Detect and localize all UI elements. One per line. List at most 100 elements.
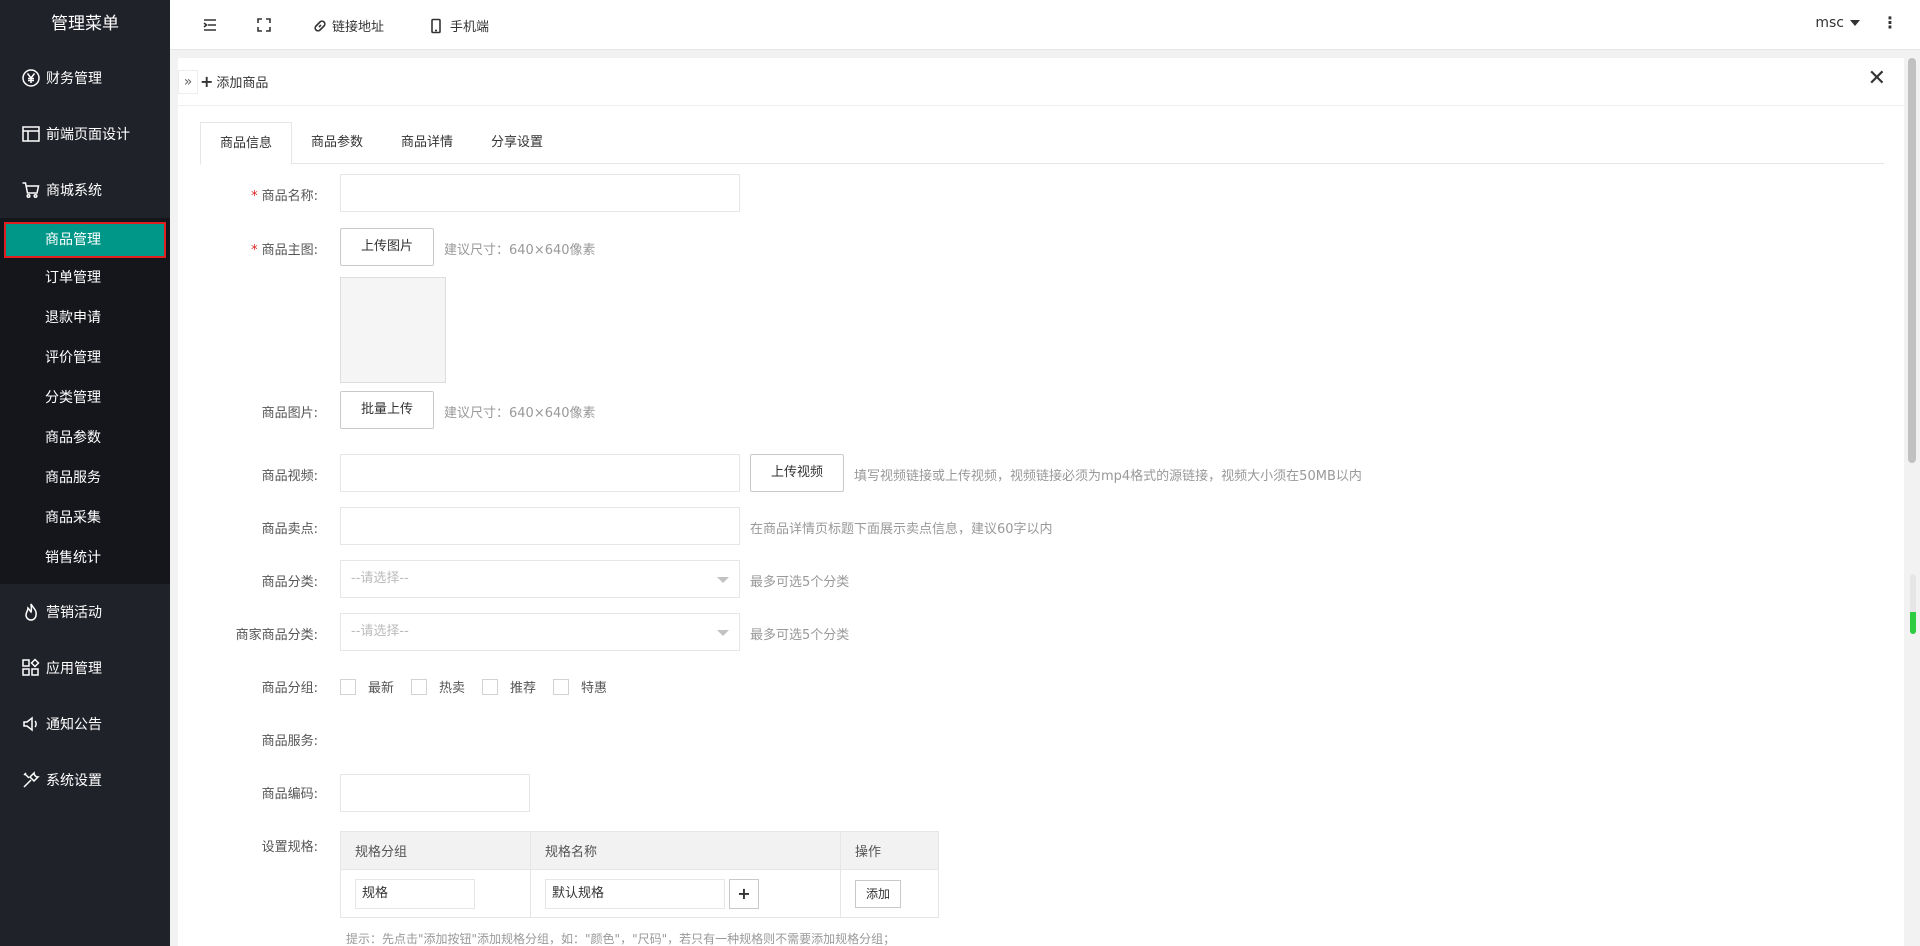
page-scrollbar[interactable] — [1906, 58, 1918, 468]
expand-icon[interactable]: » — [178, 70, 198, 94]
submenu-item-categories[interactable]: 分类管理 — [0, 378, 170, 418]
table-row: 规格 默认规格 + 添加 — [340, 869, 939, 918]
submenu-item-services[interactable]: 商品服务 — [0, 458, 170, 498]
sidebar-item-apps[interactable]: 应用管理 — [0, 640, 170, 696]
link-address-button[interactable]: 链接地址 — [312, 16, 384, 35]
merchant-category-select[interactable]: --请选择-- — [340, 613, 740, 651]
submenu-item-sales-stats[interactable]: 销售统计 — [0, 538, 170, 578]
merchant-category-label: 商家商品分类: — [235, 628, 318, 643]
sidebar-item-settings[interactable]: 系统设置 — [0, 752, 170, 808]
panel-title: + 添加商品 — [200, 72, 268, 91]
mall-submenu: 商品管理 订单管理 退款申请 评价管理 分类管理 商品参数 商品服务 商品采集 … — [0, 218, 170, 584]
tab-bar: 商品信息 商品参数 商品详情 分享设置 — [200, 122, 1884, 165]
goods-name-label: * 商品名称: — [251, 189, 318, 204]
tab-goods-info[interactable]: 商品信息 — [200, 122, 293, 165]
spec-group-input[interactable]: 规格 — [355, 878, 475, 909]
chevron-down-icon — [717, 577, 729, 583]
fullscreen-icon[interactable] — [256, 17, 272, 33]
selling-point-label: 商品卖点: — [261, 522, 318, 537]
video-hint: 填写视频链接或上传视频，视频链接必须为mp4格式的源链接，视频大小须在50MB以… — [854, 469, 1362, 484]
goods-images-label: 商品图片: — [261, 406, 318, 421]
sidebar-item-label: 营销活动 — [46, 605, 102, 621]
spec-header-group: 规格分组 — [340, 831, 531, 870]
video-label: 商品视频: — [261, 469, 318, 484]
merchant-category-hint: 最多可选5个分类 — [750, 628, 850, 643]
category-label: 商品分类: — [261, 575, 318, 590]
add-spec-name-button[interactable]: + — [729, 878, 759, 909]
top-bar: 链接地址 手机端 msc ⋮ — [170, 0, 1920, 50]
side-indicator — [1910, 574, 1916, 634]
code-label: 商品编码: — [261, 787, 318, 802]
main-image-preview[interactable] — [340, 277, 446, 383]
tab-goods-params[interactable]: 商品参数 — [292, 122, 382, 164]
goods-code-input[interactable] — [340, 774, 530, 812]
submenu-item-refunds[interactable]: 退款申请 — [0, 298, 170, 338]
tab-goods-detail[interactable]: 商品详情 — [382, 122, 472, 164]
menu-fold-icon[interactable] — [202, 17, 218, 33]
close-icon[interactable]: ✕ — [1868, 66, 1886, 91]
upload-video-button[interactable]: 上传视频 — [750, 454, 844, 492]
link-icon — [314, 19, 326, 32]
group-checkbox-recommend[interactable]: 推荐 — [482, 677, 536, 696]
sidebar: 管理菜单 财务管理 前端页面设计 商城系统 商品管理 订单管理 退款申请 评价管… — [0, 0, 170, 946]
add-spec-group-button[interactable]: 添加 — [855, 879, 902, 908]
goods-name-input[interactable] — [340, 174, 740, 212]
mobile-button[interactable]: 手机端 — [428, 16, 489, 35]
spec-label: 设置规格: — [261, 840, 318, 855]
submenu-item-reviews[interactable]: 评价管理 — [0, 338, 170, 378]
batch-upload-button[interactable]: 批量上传 — [340, 391, 434, 429]
service-label: 商品服务: — [261, 734, 318, 749]
sidebar-item-mall[interactable]: 商城系统 — [0, 162, 170, 218]
goods-images-hint: 建议尺寸：640×640像素 — [444, 406, 596, 421]
chevron-down-icon — [1850, 20, 1860, 26]
group-checkbox-hot[interactable]: 热卖 — [411, 677, 465, 696]
selling-point-input[interactable] — [340, 507, 740, 545]
layout-icon — [20, 123, 42, 145]
scrollbar-thumb[interactable] — [1908, 58, 1916, 463]
fire-icon — [20, 601, 42, 623]
panel-header: » + 添加商品 ✕ — [178, 58, 1904, 106]
upload-image-button[interactable]: 上传图片 — [340, 228, 434, 266]
sidebar-item-label: 系统设置 — [46, 773, 102, 789]
tools-icon — [20, 769, 42, 791]
group-checkbox-newest[interactable]: 最新 — [340, 677, 394, 696]
speaker-icon — [20, 713, 42, 735]
yen-icon — [20, 67, 42, 89]
user-name: msc — [1815, 15, 1844, 31]
category-select[interactable]: --请选择-- — [340, 560, 740, 598]
panel-title-text: 添加商品 — [216, 76, 269, 91]
link-address-label: 链接地址 — [332, 20, 385, 35]
mobile-label: 手机端 — [450, 20, 490, 35]
sidebar-item-finance[interactable]: 财务管理 — [0, 50, 170, 106]
submenu-item-orders[interactable]: 订单管理 — [0, 258, 170, 298]
plus-icon: + — [200, 72, 214, 91]
sidebar-item-label: 应用管理 — [46, 661, 102, 677]
spec-header-action: 操作 — [840, 831, 939, 870]
spec-table: 规格分组 规格名称 操作 规格 默认规格 + 添加 — [340, 831, 939, 918]
more-icon[interactable]: ⋮ — [1882, 13, 1898, 32]
sidebar-item-label: 通知公告 — [46, 717, 102, 733]
sidebar-item-label: 前端页面设计 — [46, 127, 130, 143]
main-image-label: * 商品主图: — [251, 243, 318, 258]
cart-icon — [20, 179, 42, 201]
spec-name-input[interactable]: 默认规格 — [545, 878, 725, 909]
submenu-item-params[interactable]: 商品参数 — [0, 418, 170, 458]
sidebar-item-notices[interactable]: 通知公告 — [0, 696, 170, 752]
chevron-down-icon — [717, 630, 729, 636]
mobile-icon — [431, 18, 441, 33]
user-menu[interactable]: msc — [1815, 15, 1860, 31]
apps-icon — [20, 657, 42, 679]
submenu-item-goods[interactable]: 商品管理 — [4, 222, 166, 258]
group-checkbox-special[interactable]: 特惠 — [553, 677, 607, 696]
add-goods-panel: » + 添加商品 ✕ 商品信息 商品参数 商品详情 分享设置 * 商品名称: * 商… — [178, 58, 1904, 946]
spec-header-name: 规格名称 — [530, 831, 841, 870]
sidebar-item-frontend-design[interactable]: 前端页面设计 — [0, 106, 170, 162]
sidebar-item-label: 商城系统 — [46, 183, 102, 199]
spec-tip: 提示：先点击"添加按钮"添加规格分组，如："颜色"，"尺码"，若只有一种规格则不… — [346, 932, 896, 946]
main-image-hint: 建议尺寸：640×640像素 — [444, 243, 596, 258]
tab-share-settings[interactable]: 分享设置 — [472, 122, 562, 164]
sidebar-item-marketing[interactable]: 营销活动 — [0, 584, 170, 640]
selling-point-hint: 在商品详情页标题下面展示卖点信息，建议60字以内 — [750, 522, 1053, 537]
submenu-item-collect[interactable]: 商品采集 — [0, 498, 170, 538]
video-url-input[interactable] — [340, 454, 740, 492]
